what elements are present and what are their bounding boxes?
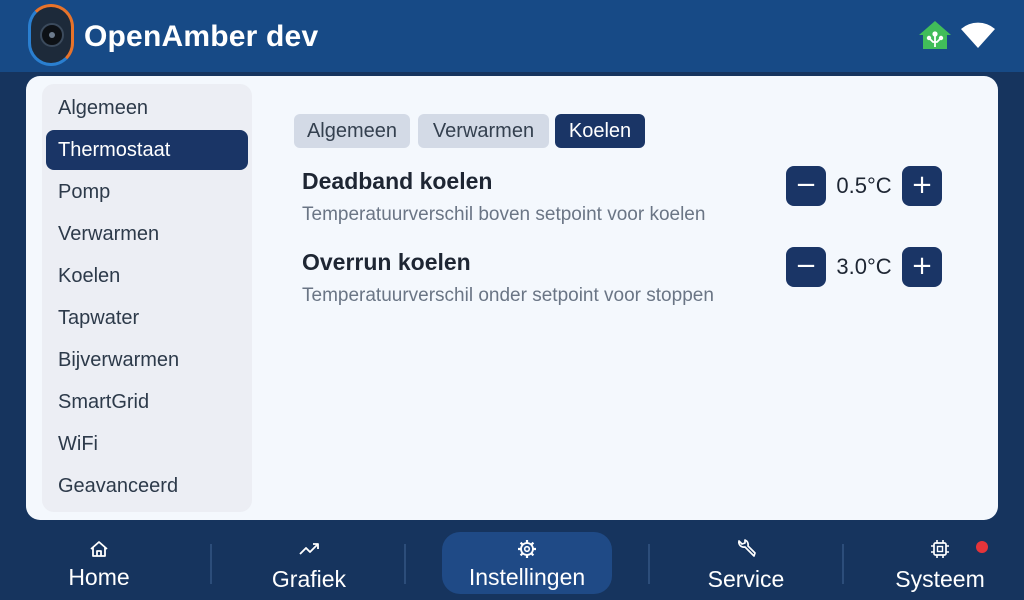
nav-label: Instellingen <box>468 564 586 590</box>
home-assistant-icon[interactable] <box>918 20 952 50</box>
nav-grafiek[interactable]: Grafiek <box>250 520 368 600</box>
nav-label: Home <box>68 564 130 590</box>
app-title: OpenAmber dev <box>84 20 319 53</box>
nav-divider <box>648 544 650 584</box>
sidebar-item-verwarmen[interactable]: Verwarmen <box>46 214 248 254</box>
wrench-icon <box>738 539 756 557</box>
settings-sidebar: Algemeen Thermostaat Pomp Verwarmen Koel… <box>42 84 252 512</box>
tab-algemeen[interactable]: Algemeen <box>294 114 410 148</box>
nav-service[interactable]: Service <box>686 520 806 600</box>
setting-description: Temperatuurverschil onder setpoint voor … <box>302 285 714 306</box>
increase-button[interactable]: + <box>902 166 942 206</box>
overrun-stepper: − 3.0°C + <box>786 247 942 287</box>
setting-value: 0.5°C <box>836 173 892 198</box>
nav-label: Service <box>707 566 785 592</box>
nav-label: Systeem <box>895 566 985 592</box>
top-bar: OpenAmber dev <box>0 0 1024 72</box>
nav-label: Grafiek <box>271 566 347 592</box>
sidebar-item-bijverwarmen[interactable]: Bijverwarmen <box>46 340 248 380</box>
nav-home[interactable]: Home <box>40 520 158 600</box>
sidebar-item-wifi[interactable]: WiFi <box>46 424 248 464</box>
home-icon <box>90 541 108 557</box>
sidebar-item-thermostaat[interactable]: Thermostaat <box>46 130 248 170</box>
sidebar-item-smartgrid[interactable]: SmartGrid <box>46 382 248 422</box>
decrease-button[interactable]: − <box>786 247 826 287</box>
sidebar-item-algemeen[interactable]: Algemeen <box>46 88 248 128</box>
setting-title: Overrun koelen <box>302 249 471 275</box>
nav-divider <box>210 544 212 584</box>
heatpump-logo-icon <box>28 4 74 66</box>
alert-badge <box>976 541 988 553</box>
tab-koelen[interactable]: Koelen <box>555 114 645 148</box>
nav-instellingen[interactable]: Instellingen <box>442 520 612 600</box>
nav-systeem[interactable]: Systeem <box>880 520 1000 600</box>
setting-description: Temperatuurverschil boven setpoint voor … <box>302 204 706 225</box>
sidebar-item-tapwater[interactable]: Tapwater <box>46 298 248 338</box>
chart-icon <box>299 543 319 555</box>
setting-title: Deadband koelen <box>302 168 493 194</box>
bottom-nav: Home Grafiek Instellingen Service Systee… <box>0 520 1024 600</box>
increase-button[interactable]: + <box>902 247 942 287</box>
wifi-icon[interactable] <box>960 20 996 50</box>
gear-icon <box>518 540 536 558</box>
settings-panel: Algemeen Thermostaat Pomp Verwarmen Koel… <box>26 76 998 520</box>
nav-divider <box>404 544 406 584</box>
sidebar-item-pomp[interactable]: Pomp <box>46 172 248 212</box>
deadband-stepper: − 0.5°C + <box>786 166 942 206</box>
tab-verwarmen[interactable]: Verwarmen <box>418 114 549 148</box>
sidebar-item-geavanceerd[interactable]: Geavanceerd <box>46 466 248 506</box>
setting-value: 3.0°C <box>836 254 892 279</box>
decrease-button[interactable]: − <box>786 166 826 206</box>
sidebar-item-koelen[interactable]: Koelen <box>46 256 248 296</box>
nav-divider <box>842 544 844 584</box>
chip-icon <box>931 540 949 558</box>
